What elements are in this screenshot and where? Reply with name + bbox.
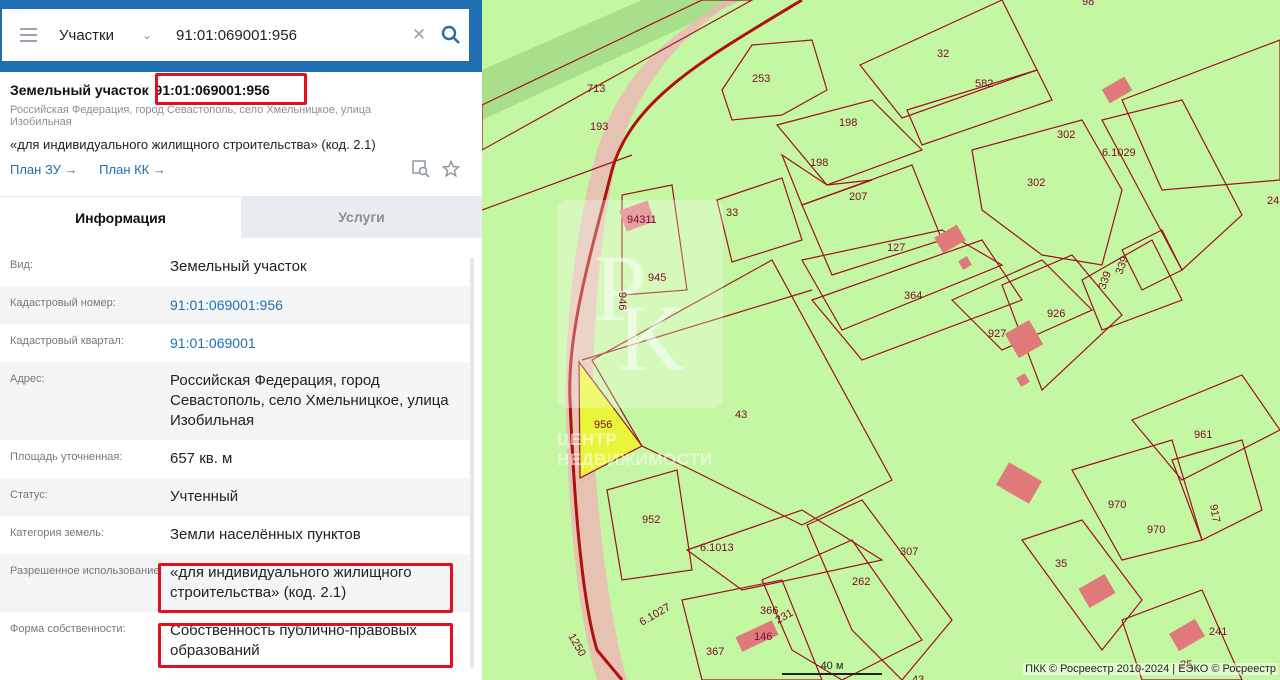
info-value: Российская Федерация, город Севастополь,… [170, 372, 449, 429]
menu-icon[interactable] [2, 9, 54, 61]
cadastral-number-link[interactable]: 91:01:069001:956 [170, 295, 472, 315]
parcel-label: 713 [587, 83, 605, 95]
search-input[interactable]: 91:01:069001:956 [172, 27, 405, 44]
parcel-label: 926 [1047, 308, 1065, 320]
object-purpose: «для индивидуального жилищного строитель… [10, 137, 376, 152]
tab-bar: Информация Услуги [0, 196, 482, 238]
parcel-label: 307 [900, 546, 918, 558]
parcel-label: 198 [839, 117, 857, 129]
parcel-label: 339 [1097, 270, 1115, 291]
star-icon[interactable] [442, 160, 460, 178]
info-row: Адрес: Российская Федерация, город Севаст… [0, 362, 472, 440]
parcel-label: 98 [1082, 0, 1094, 8]
info-key: Разрешенное использование: [10, 565, 163, 577]
plan-links: План ЗУ → План КК → [10, 160, 472, 180]
tab-information[interactable]: Информация [0, 196, 241, 238]
watermark-line1: ЦЕНТР [557, 430, 618, 449]
parcel-label: 1250 [565, 632, 588, 659]
scale-label: 40 м [820, 660, 844, 672]
info-row: Категория земель: Земли населённых пункто… [0, 516, 472, 554]
plan-zu-link[interactable]: План ЗУ → [10, 162, 78, 177]
parcel-label: 32 [937, 48, 949, 60]
plan-kk-link[interactable]: План КК → [99, 162, 166, 177]
parcel-label: 302 [1027, 177, 1045, 189]
parcel-label: 94311 [627, 214, 657, 226]
parcel-label: 970 [1108, 499, 1126, 511]
parcel-label: 302 [1057, 129, 1075, 141]
parcel-label: 262 [852, 576, 870, 588]
parcel-label: 364 [904, 290, 922, 302]
cadastral-quarter-link[interactable]: 91:01:069001 [170, 333, 472, 353]
object-title-prefix: Земельный участок [10, 82, 149, 98]
search-icon[interactable] [433, 9, 469, 61]
info-key: Категория земель: [10, 527, 105, 539]
chevron-down-icon: ⌄ [142, 28, 153, 42]
parcel-label: 917 [1207, 503, 1222, 523]
parcel-label: 207 [849, 191, 867, 203]
search-type-select[interactable]: Участки ⌄ [54, 27, 172, 44]
parcel-label: 6.1027 [638, 601, 673, 628]
map-copyright: ПКК © Росреестр 2010-2024 | ЕЭКО © Росре… [1023, 663, 1278, 675]
collapse-panel-icon[interactable]: ‹ [481, 20, 482, 50]
info-value: Учтенный [170, 488, 239, 505]
parcel-label: 253 [752, 73, 770, 85]
parcel-label: 146 [754, 631, 772, 643]
watermark-line2: НЕДВИЖИМОСТИ [557, 450, 713, 469]
parcel-label: 198 [810, 157, 828, 169]
parcel-label: 127 [887, 242, 905, 254]
parcel-label: 927 [988, 328, 1006, 340]
parcel-label: 241 [1209, 626, 1227, 638]
info-value: 657 кв. м [170, 450, 233, 467]
cadastral-map[interactable]: P K 98 713 253 32 582 193 198 302 6.1029 198 302 24… [482, 0, 1280, 680]
parcel-label: 43 [912, 674, 924, 680]
close-icon[interactable]: ✕ [405, 25, 433, 45]
map-scale: 40 м [782, 660, 882, 676]
parcel-label: 6.1029 [1102, 147, 1136, 159]
scale-bar [782, 673, 882, 676]
parcel-label: 946 [616, 292, 628, 310]
info-row: Кадастровый квартал: 91:01:069001 [0, 324, 472, 362]
parcel-label: 970 [1147, 524, 1165, 536]
info-key: Адрес: [10, 373, 45, 385]
parcel-layer[interactable]: P K 9871325332582193 1983026.102919830224… [482, 0, 1280, 680]
search-box: Участки ⌄ 91:01:069001:956 ✕ [2, 9, 469, 61]
search-header: Участки ⌄ 91:01:069001:956 ✕ ‹ [0, 0, 482, 72]
info-row: Кадастровый номер: 91:01:069001:956 [0, 286, 472, 324]
parcel-label: 43 [735, 409, 747, 421]
parcel-label: 6.1013 [700, 542, 734, 554]
info-row: Площадь уточненная: 657 кв. м [0, 440, 472, 478]
highlight-title-number [155, 73, 307, 105]
parcel-label: 952 [642, 514, 660, 526]
tab-services[interactable]: Услуги [241, 196, 482, 238]
parcel-label: 339 [1114, 255, 1132, 276]
parcel-label: 945 [648, 272, 666, 284]
info-row: Статус: Учтенный [0, 478, 472, 516]
parcel-label: 35 [1055, 558, 1067, 570]
card-actions [412, 160, 460, 178]
object-address-short: Российская Федерация, город Севастополь,… [10, 104, 372, 128]
search-type-label: Участки [59, 26, 114, 44]
highlight-ownership [158, 623, 453, 668]
info-key: Форма собственности: [10, 623, 126, 635]
info-value: Земли населённых пунктов [170, 526, 361, 543]
zoom-to-object-icon[interactable] [412, 160, 430, 178]
info-key: Кадастровый квартал: [10, 335, 124, 347]
parcel-label: 193 [590, 121, 608, 133]
parcel-label: 245 [1267, 195, 1280, 207]
info-key: Статус: [10, 489, 48, 501]
parcel-label: 582 [975, 78, 993, 90]
parcel-label: 961 [1194, 429, 1212, 441]
info-panel: Участки ⌄ 91:01:069001:956 ✕ ‹ Земельный… [0, 0, 482, 680]
info-row: Вид: Земельный участок [0, 248, 472, 286]
parcel-label: 367 [706, 646, 724, 658]
highlight-permitted-use [158, 563, 453, 613]
parcel-label: 33 [726, 207, 738, 219]
info-key: Кадастровый номер: [10, 297, 116, 309]
info-value: Земельный участок [170, 258, 307, 275]
info-key: Площадь уточненная: [10, 451, 123, 463]
scrollbar[interactable] [470, 258, 474, 668]
info-key: Вид: [10, 259, 33, 271]
